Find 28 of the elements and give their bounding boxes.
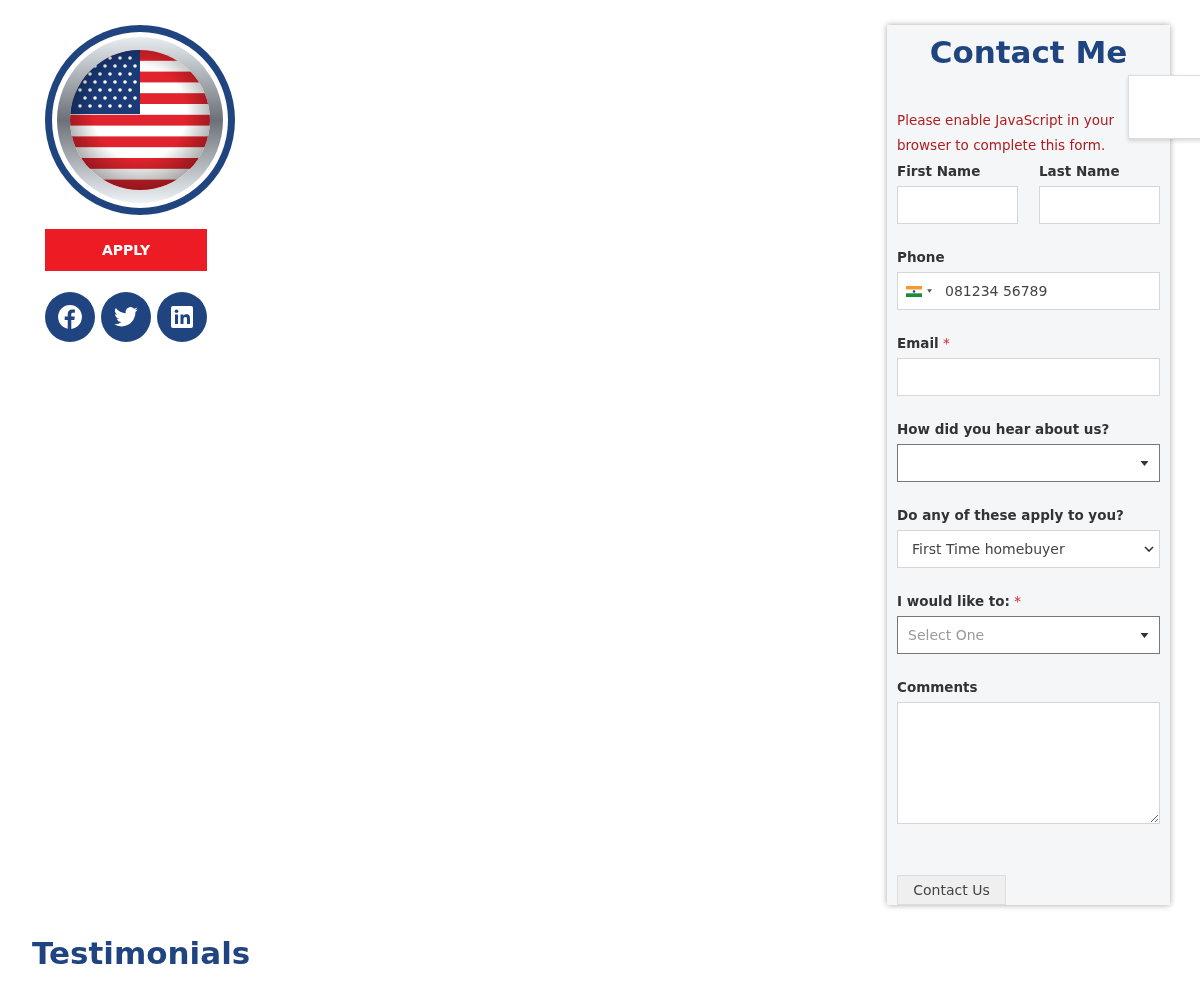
form-title: Contact Me: [928, 33, 1129, 71]
caret-icon: [1140, 460, 1149, 466]
facebook-icon[interactable]: [45, 292, 95, 342]
field-label: Email *: [897, 334, 951, 353]
select-field[interactable]: First Time homebuyer: [897, 530, 1160, 568]
dropdown-field[interactable]: [897, 444, 1160, 482]
field-label: Last Name: [1039, 162, 1121, 181]
phone-field[interactable]: 081234 56789: [897, 272, 1160, 310]
contact-us-button[interactable]: Contact Us: [897, 875, 1006, 905]
caret-icon[interactable]: [927, 289, 932, 293]
caret-icon: [1140, 632, 1149, 638]
section-heading: Testimonials: [32, 935, 251, 971]
field-label: I would like to: *: [897, 592, 1022, 611]
apply-button[interactable]: APPLY: [45, 229, 207, 271]
twitter-icon[interactable]: [101, 292, 151, 342]
field-label: Comments: [897, 678, 979, 697]
input-field[interactable]: [897, 358, 1160, 396]
input-field[interactable]: [1039, 186, 1160, 224]
flag-icon[interactable]: [906, 285, 922, 297]
input-field[interactable]: [897, 186, 1018, 224]
field-label: Phone: [897, 248, 946, 267]
linkedin-icon[interactable]: [157, 292, 207, 342]
chevron-down-icon: [1144, 546, 1154, 552]
comments-field[interactable]: [897, 702, 1160, 824]
field-label: First Name: [897, 162, 982, 181]
field-label: Do any of these apply to you?: [897, 506, 1125, 525]
javascript-notice: Please enable JavaScript in your browser to complete this form.: [897, 111, 1116, 155]
field-label: How did you hear about us?: [897, 420, 1111, 439]
